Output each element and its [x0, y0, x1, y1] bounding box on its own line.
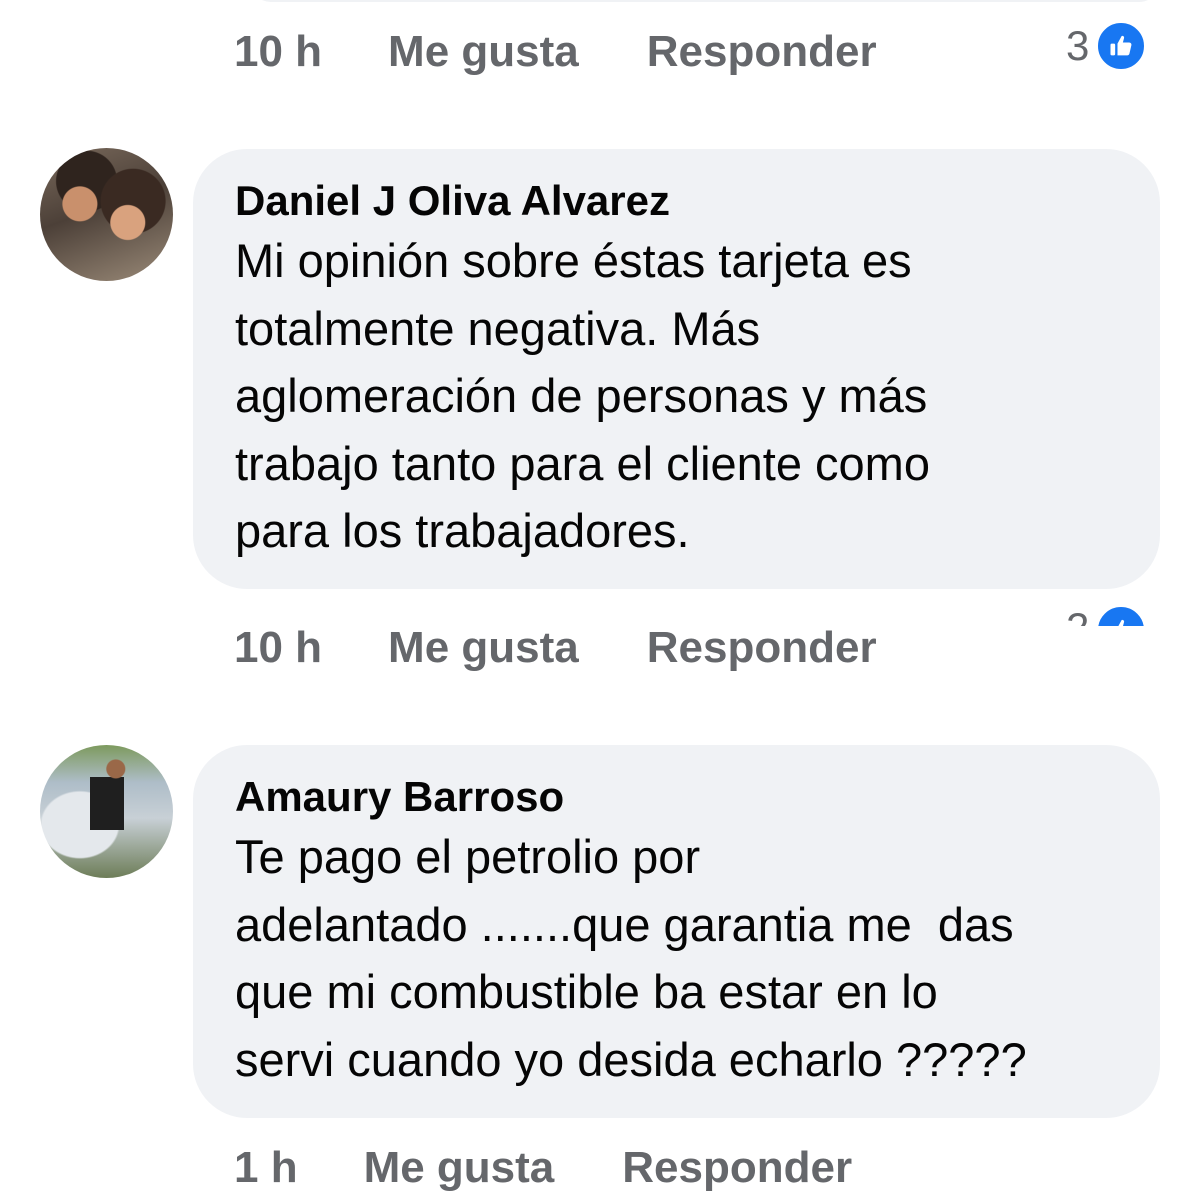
thumbs-up-icon: [1095, 20, 1148, 72]
comment-author[interactable]: Amaury Barroso: [235, 773, 1120, 821]
reply-button[interactable]: Responder: [647, 623, 877, 673]
like-button[interactable]: Me gusta: [388, 27, 579, 77]
reaction-summary[interactable]: 3: [1066, 20, 1148, 72]
comment-text-line: que mi combustible ba estar en lo: [235, 965, 938, 1018]
comment-timestamp[interactable]: 1 h: [234, 1143, 298, 1193]
comment-text-line: trabajo tanto para el cliente como: [235, 436, 930, 490]
comment-text: Mi opinión sobre éstas tarjeta es totalm…: [235, 227, 1120, 565]
avatar[interactable]: [40, 745, 173, 878]
reply-button[interactable]: Responder: [647, 27, 877, 77]
avatar[interactable]: [40, 148, 173, 281]
like-button[interactable]: Me gusta: [364, 1143, 555, 1193]
comment-bubble: Daniel J Oliva Alvarez Mi opinión sobre …: [193, 149, 1160, 589]
comment-timestamp[interactable]: 10 h: [234, 623, 322, 673]
thumbs-up-icon: [1095, 604, 1148, 626]
comment-text-line: para los trabajadores.: [235, 504, 690, 557]
reaction-count: 3: [1066, 22, 1090, 69]
comment-actions: 10 h Me gusta Responder: [234, 22, 877, 82]
reaction-summary[interactable]: 2: [1066, 604, 1148, 626]
comment-actions: 1 h Me gusta Responder: [234, 1138, 852, 1198]
comment-text-line: Mi opinión sobre éstas tarjeta es: [235, 234, 912, 287]
like-button[interactable]: Me gusta: [388, 623, 579, 673]
comment-text-line: Te pago el petrolio por: [235, 830, 701, 883]
comment-text-line: aglomeración de personas y más: [235, 369, 928, 422]
previous-comment-bubble: [250, 0, 1160, 2]
comment-author[interactable]: Daniel J Oliva Alvarez: [235, 177, 1120, 225]
comment-timestamp[interactable]: 10 h: [234, 27, 322, 77]
comment-text-line: servi cuando yo desida echarlo ?????: [235, 1032, 1027, 1086]
comment-actions: 10 h Me gusta Responder: [234, 618, 877, 678]
comment-bubble: Amaury Barroso Te pago el petrolio por a…: [193, 745, 1160, 1118]
comment-text-line: totalmente negativa. Más: [235, 301, 761, 355]
comment-text: Te pago el petrolio por adelantado .....…: [235, 823, 1120, 1093]
reaction-count: 2: [1066, 604, 1089, 626]
comment-text-line: adelantado .......que garantia me das: [235, 897, 1014, 951]
reply-button[interactable]: Responder: [622, 1143, 852, 1193]
